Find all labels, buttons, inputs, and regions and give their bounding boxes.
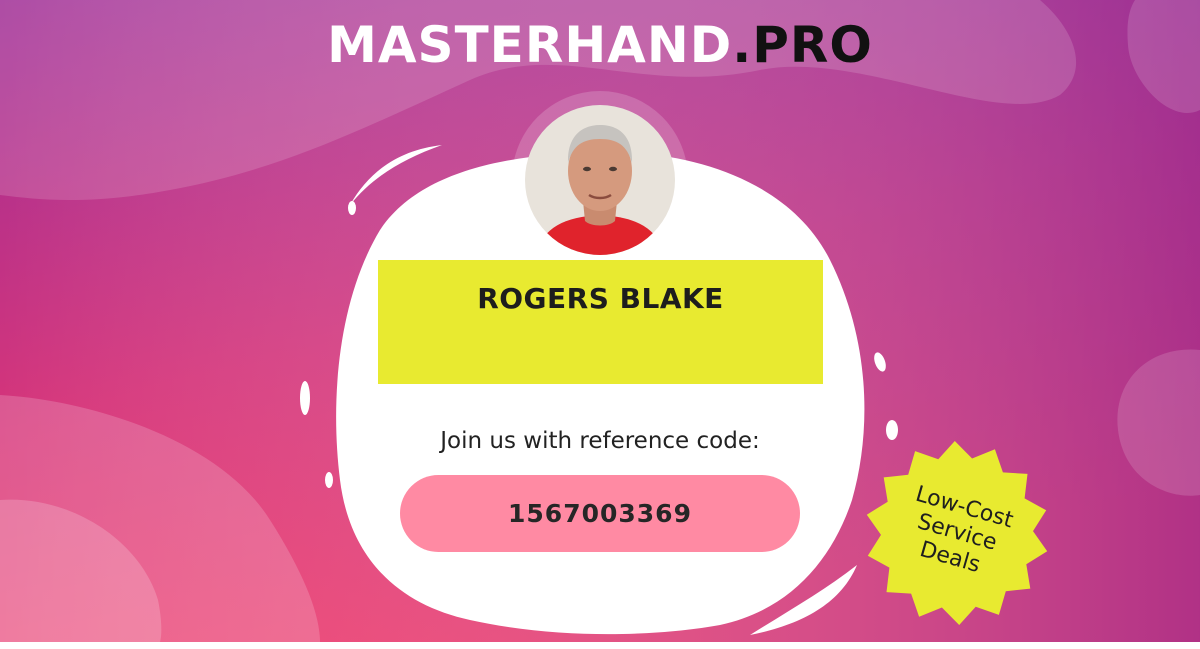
promo-card: MASTERHAND.PRO ROGERS BLAKE Join us with… <box>0 0 1200 642</box>
white-dot <box>300 381 310 415</box>
reference-code-label: Join us with reference code: <box>440 428 760 454</box>
deal-badge: Low-Cost Service Deals <box>862 438 1052 628</box>
avatar <box>525 105 675 255</box>
white-dot <box>348 201 356 215</box>
reference-code-button[interactable]: 1567003369 <box>400 475 800 552</box>
white-dot <box>325 472 333 488</box>
profile-name: ROGERS BLAKE <box>477 282 724 315</box>
brand-name: MASTERHAND <box>327 16 733 74</box>
avatar-photo <box>525 105 675 255</box>
reference-code-value: 1567003369 <box>508 499 692 528</box>
brand-tld: .PRO <box>732 16 873 74</box>
name-banner: ROGERS BLAKE <box>378 260 823 384</box>
brand-title: MASTERHAND.PRO <box>0 10 1200 80</box>
